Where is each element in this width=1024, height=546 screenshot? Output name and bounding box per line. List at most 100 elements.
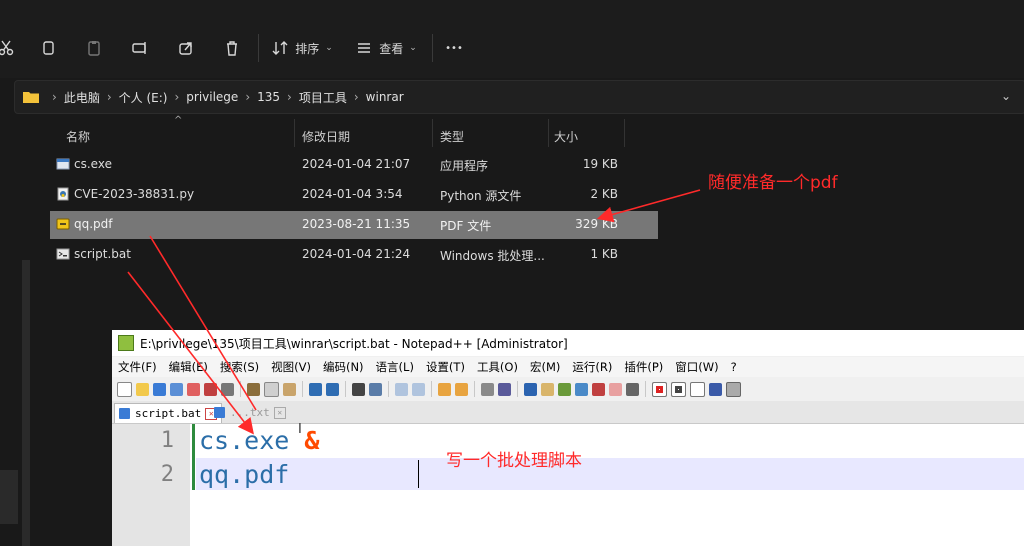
menu-plugins[interactable]: 插件(P) (624, 359, 663, 375)
breadcrumb-tools[interactable]: 项目工具 (299, 89, 347, 106)
file-row[interactable]: cs.exe 2024-01-04 21:07 应用程序 19 KB (50, 151, 658, 179)
save-icon[interactable] (153, 382, 166, 396)
toolbar-divider (431, 381, 432, 397)
redo-icon[interactable] (326, 382, 339, 396)
sync-horizontal-icon[interactable] (455, 382, 468, 396)
code-text: cs.exe (199, 426, 305, 455)
copy-button[interactable] (36, 30, 60, 66)
share-button[interactable] (174, 30, 198, 66)
indent-guide-icon[interactable] (524, 382, 537, 396)
menu-window[interactable]: 窗口(W) (675, 359, 718, 375)
zoom-in-icon[interactable] (395, 382, 408, 396)
column-divider (294, 119, 295, 147)
menu-encoding[interactable]: 编码(N) (323, 359, 364, 375)
record-macro-icon[interactable] (652, 381, 667, 397)
play-multiple-icon[interactable] (709, 382, 722, 396)
word-wrap-icon[interactable] (481, 382, 494, 396)
chevron-down-icon: ⌄ (409, 43, 417, 53)
batch-file-icon (56, 248, 70, 260)
breadcrumb-privilege[interactable]: privilege (186, 90, 238, 104)
view-icon (358, 43, 371, 53)
open-file-icon[interactable] (136, 382, 149, 396)
function-list-icon[interactable] (575, 382, 588, 396)
file-name: qq.pdf (74, 217, 113, 231)
menu-view[interactable]: 视图(V) (271, 359, 311, 375)
print-icon[interactable] (221, 382, 234, 396)
monitoring-icon[interactable] (609, 382, 622, 396)
close-tab-icon[interactable]: ✕ (273, 406, 286, 419)
column-header-type[interactable]: 类型 (440, 123, 464, 149)
show-all-chars-icon[interactable] (498, 382, 511, 396)
tab-text-file[interactable]: ...txt ✕ (210, 403, 290, 422)
close-file-icon[interactable] (187, 382, 200, 396)
column-date-label: 修改日期 (302, 129, 351, 144)
replace-icon[interactable] (369, 382, 382, 396)
menu-tools[interactable]: 工具(O) (477, 359, 518, 375)
paste-button[interactable] (82, 30, 106, 66)
user-language-icon[interactable] (541, 382, 554, 396)
menu-help[interactable]: ? (731, 360, 737, 374)
file-row-selected[interactable]: qq.pdf 2023-08-21 11:35 PDF 文件 329 KB (50, 211, 658, 239)
exe-icon (56, 158, 70, 170)
column-header-name[interactable]: 名称 (66, 123, 90, 149)
save-macro-icon[interactable] (726, 381, 741, 397)
undo-icon[interactable] (309, 382, 322, 396)
rename-button[interactable] (128, 30, 152, 66)
file-type: Windows 批处理... (440, 249, 545, 263)
sync-vertical-icon[interactable] (438, 382, 451, 396)
line-number: 2 (160, 462, 174, 487)
scissors-icon (0, 40, 14, 56)
new-file-icon[interactable] (117, 381, 132, 397)
zoom-out-icon[interactable] (412, 382, 425, 396)
close-all-icon[interactable] (204, 382, 217, 396)
menu-search[interactable]: 搜索(S) (220, 359, 259, 375)
cut-button[interactable] (0, 30, 18, 66)
address-history-chevron-icon[interactable]: ⌄ (1001, 89, 1011, 103)
stop-macro-icon[interactable] (671, 381, 686, 397)
sort-label: 排序 (295, 41, 320, 56)
address-bar[interactable]: › 此电脑 › 个人 (E:) › privilege › 135 › 项目工具… (14, 80, 1024, 114)
saved-file-icon (214, 407, 225, 418)
file-size: 1 KB (590, 247, 618, 261)
annotation-pdf-note: 随便准备一个pdf (708, 173, 838, 193)
editor-area[interactable]: 1 2 cs.exe & qq.pdf I (112, 422, 1024, 546)
file-row[interactable]: CVE-2023-38831.py 2024-01-04 3:54 Python… (50, 181, 658, 209)
copy-icon (43, 41, 54, 55)
file-date: 2024-01-04 3:54 (302, 187, 403, 201)
more-options-button[interactable]: ••• (440, 30, 468, 66)
save-all-icon[interactable] (170, 382, 183, 396)
pdf-file-icon (56, 218, 70, 230)
sort-button[interactable]: 排序 ⌄ (270, 30, 334, 66)
copy-icon[interactable] (264, 381, 279, 397)
tab-script-bat[interactable]: script.bat ✕ (114, 403, 223, 423)
file-row[interactable]: script.bat 2024-01-04 21:24 Windows 批处理.… (50, 241, 658, 269)
notepad-title-bar[interactable]: E:\privilege\135\项目工具\winrar\script.bat … (112, 330, 1024, 356)
menu-macro[interactable]: 宏(M) (530, 359, 560, 375)
view-button[interactable]: 查看 ⌄ (354, 30, 418, 66)
column-header-date[interactable]: 修改日期 (302, 123, 350, 149)
column-header-size[interactable]: 大小 (554, 123, 578, 149)
delete-button[interactable] (220, 30, 244, 66)
find-icon[interactable] (352, 382, 365, 396)
breadcrumb-winrar[interactable]: winrar (366, 90, 404, 104)
menu-file[interactable]: 文件(F) (118, 359, 157, 375)
breadcrumb-separator-icon: › (52, 90, 57, 104)
breadcrumb-drive[interactable]: 个人 (E:) (119, 89, 168, 106)
doc-map-icon[interactable] (558, 382, 571, 396)
column-type-label: 类型 (440, 129, 465, 144)
folder-workspace-icon[interactable] (592, 382, 605, 396)
eye-icon[interactable] (626, 382, 639, 396)
menu-run[interactable]: 运行(R) (572, 359, 612, 375)
play-macro-icon[interactable] (690, 381, 705, 397)
file-type: PDF 文件 (440, 219, 492, 233)
breadcrumb-this-pc[interactable]: 此电脑 (64, 89, 100, 106)
paste-icon[interactable] (283, 382, 296, 396)
breadcrumb-135[interactable]: 135 (257, 90, 280, 104)
menu-language[interactable]: 语言(L) (376, 359, 414, 375)
cut-icon[interactable] (247, 382, 260, 396)
file-date: 2024-01-04 21:07 (302, 157, 411, 171)
more-icon: ••• (445, 42, 463, 54)
menu-edit[interactable]: 编辑(E) (169, 359, 208, 375)
menu-settings[interactable]: 设置(T) (426, 359, 465, 375)
nav-pane-scrollbar[interactable] (22, 260, 30, 546)
